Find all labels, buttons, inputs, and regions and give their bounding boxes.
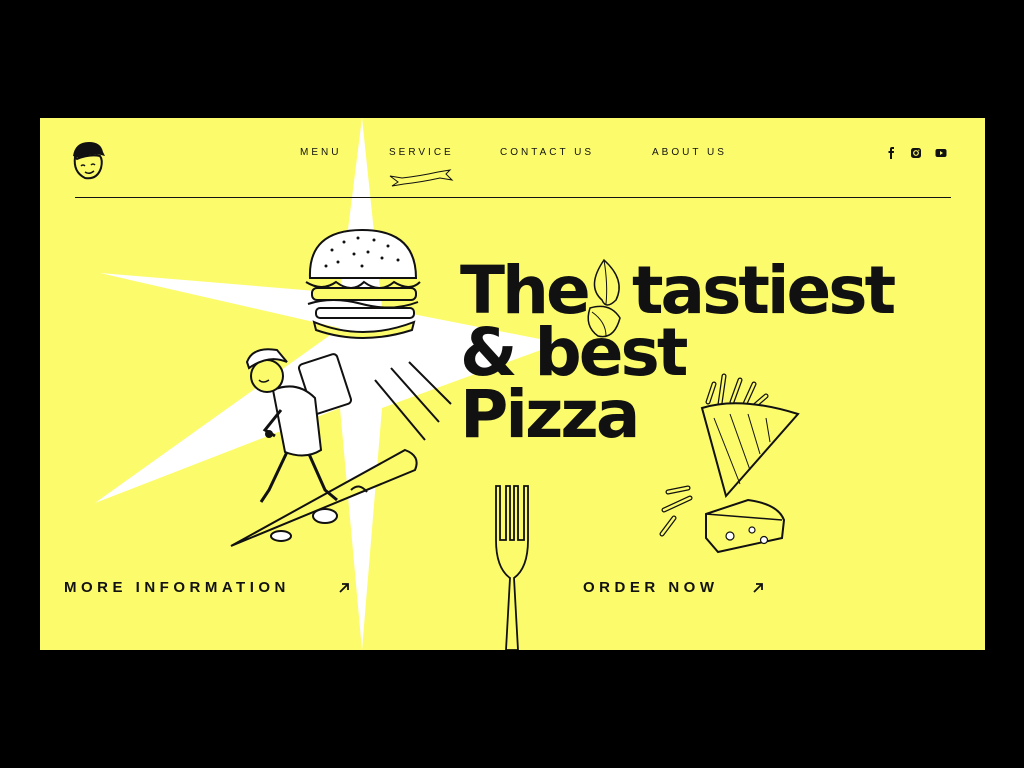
instagram-icon[interactable] [910, 147, 922, 159]
arrow-up-right-icon[interactable] [752, 582, 764, 594]
nav-about-us[interactable]: ABOUT US [652, 147, 727, 158]
fork-illustration [495, 485, 529, 650]
youtube-icon[interactable] [935, 147, 947, 159]
delivery-boy-illustration [230, 348, 452, 547]
header-divider [75, 197, 951, 198]
logo-icon[interactable] [67, 138, 109, 184]
cheese-illustration [659, 485, 786, 554]
nav-menu[interactable]: MENU [300, 147, 341, 158]
order-now-button[interactable]: ORDER NOW [583, 579, 719, 596]
headline-line-3: Pizza [460, 382, 638, 444]
ribbon-decoration [389, 169, 454, 187]
arrow-up-right-icon[interactable] [338, 582, 350, 594]
burger-illustration [305, 228, 421, 339]
nav-service[interactable]: SERVICE [389, 147, 454, 158]
hero-card: MENU SERVICE CONTACT US ABOUT US The tas… [40, 118, 985, 650]
more-information-link[interactable]: MORE INFORMATION [64, 579, 290, 596]
facebook-icon[interactable] [885, 147, 897, 159]
nav-contact-us[interactable]: CONTACT US [500, 147, 594, 158]
headline-line-2: & best [460, 314, 688, 391]
